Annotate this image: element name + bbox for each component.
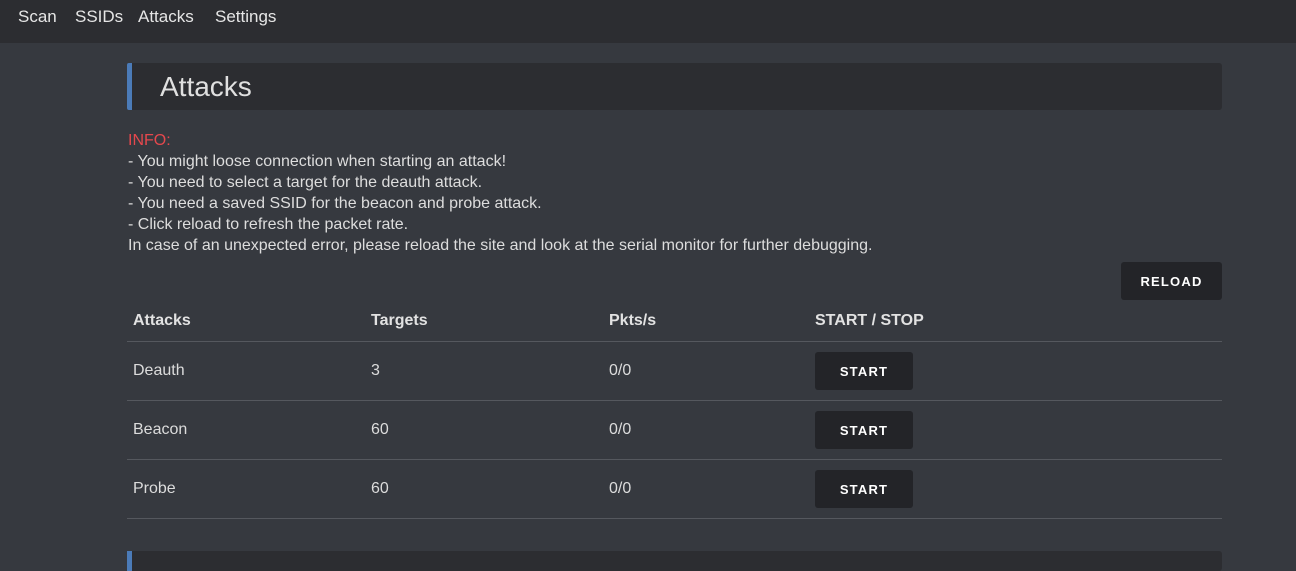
reload-button[interactable]: RELOAD (1121, 262, 1222, 300)
page-title: Attacks (160, 71, 252, 102)
column-header-pkts: Pkts/s (609, 312, 657, 329)
table-row: Beacon 60 0/0 START (127, 400, 1222, 460)
packet-rate: 0/0 (609, 362, 632, 379)
nav-link-settings[interactable]: Settings (215, 7, 276, 27)
header-accent-bar (127, 63, 132, 110)
attack-name: Probe (133, 480, 176, 497)
targets-count: 60 (371, 480, 389, 497)
next-section-header (127, 551, 1222, 571)
nav-link-ssids[interactable]: SSIDs (75, 7, 123, 27)
nav-link-scan[interactable]: Scan (18, 7, 57, 27)
table-row: Deauth 3 0/0 START (127, 341, 1222, 401)
packet-rate: 0/0 (609, 480, 632, 497)
column-header-targets: Targets (371, 312, 428, 329)
info-line: In case of an unexpected error, please r… (128, 237, 873, 254)
start-probe-button[interactable]: START (815, 470, 913, 508)
table-bottom-divider (127, 518, 1222, 519)
info-label: INFO: (128, 132, 171, 149)
attack-name: Deauth (133, 362, 185, 379)
info-line: - Click reload to refresh the packet rat… (128, 216, 409, 233)
column-header-attacks: Attacks (133, 312, 191, 329)
attack-name: Beacon (133, 421, 188, 438)
start-beacon-button[interactable]: START (815, 411, 913, 449)
section-accent-bar (127, 551, 132, 571)
start-deauth-button[interactable]: START (815, 352, 913, 390)
nav-link-attacks[interactable]: Attacks (138, 7, 194, 27)
table-row: Probe 60 0/0 START (127, 459, 1222, 519)
info-line: - You might loose connection when starti… (128, 153, 507, 170)
info-line: - You need to select a target for the de… (128, 174, 483, 191)
targets-count: 3 (371, 362, 380, 379)
packet-rate: 0/0 (609, 421, 632, 438)
column-header-start-stop: START / STOP (815, 312, 924, 329)
top-navigation: Scan SSIDs Attacks Settings (0, 0, 1296, 43)
info-box: INFO: - You might loose connection when … (128, 130, 1128, 256)
page-header: Attacks (127, 63, 1222, 110)
info-line: - You need a saved SSID for the beacon a… (128, 195, 542, 212)
targets-count: 60 (371, 421, 389, 438)
